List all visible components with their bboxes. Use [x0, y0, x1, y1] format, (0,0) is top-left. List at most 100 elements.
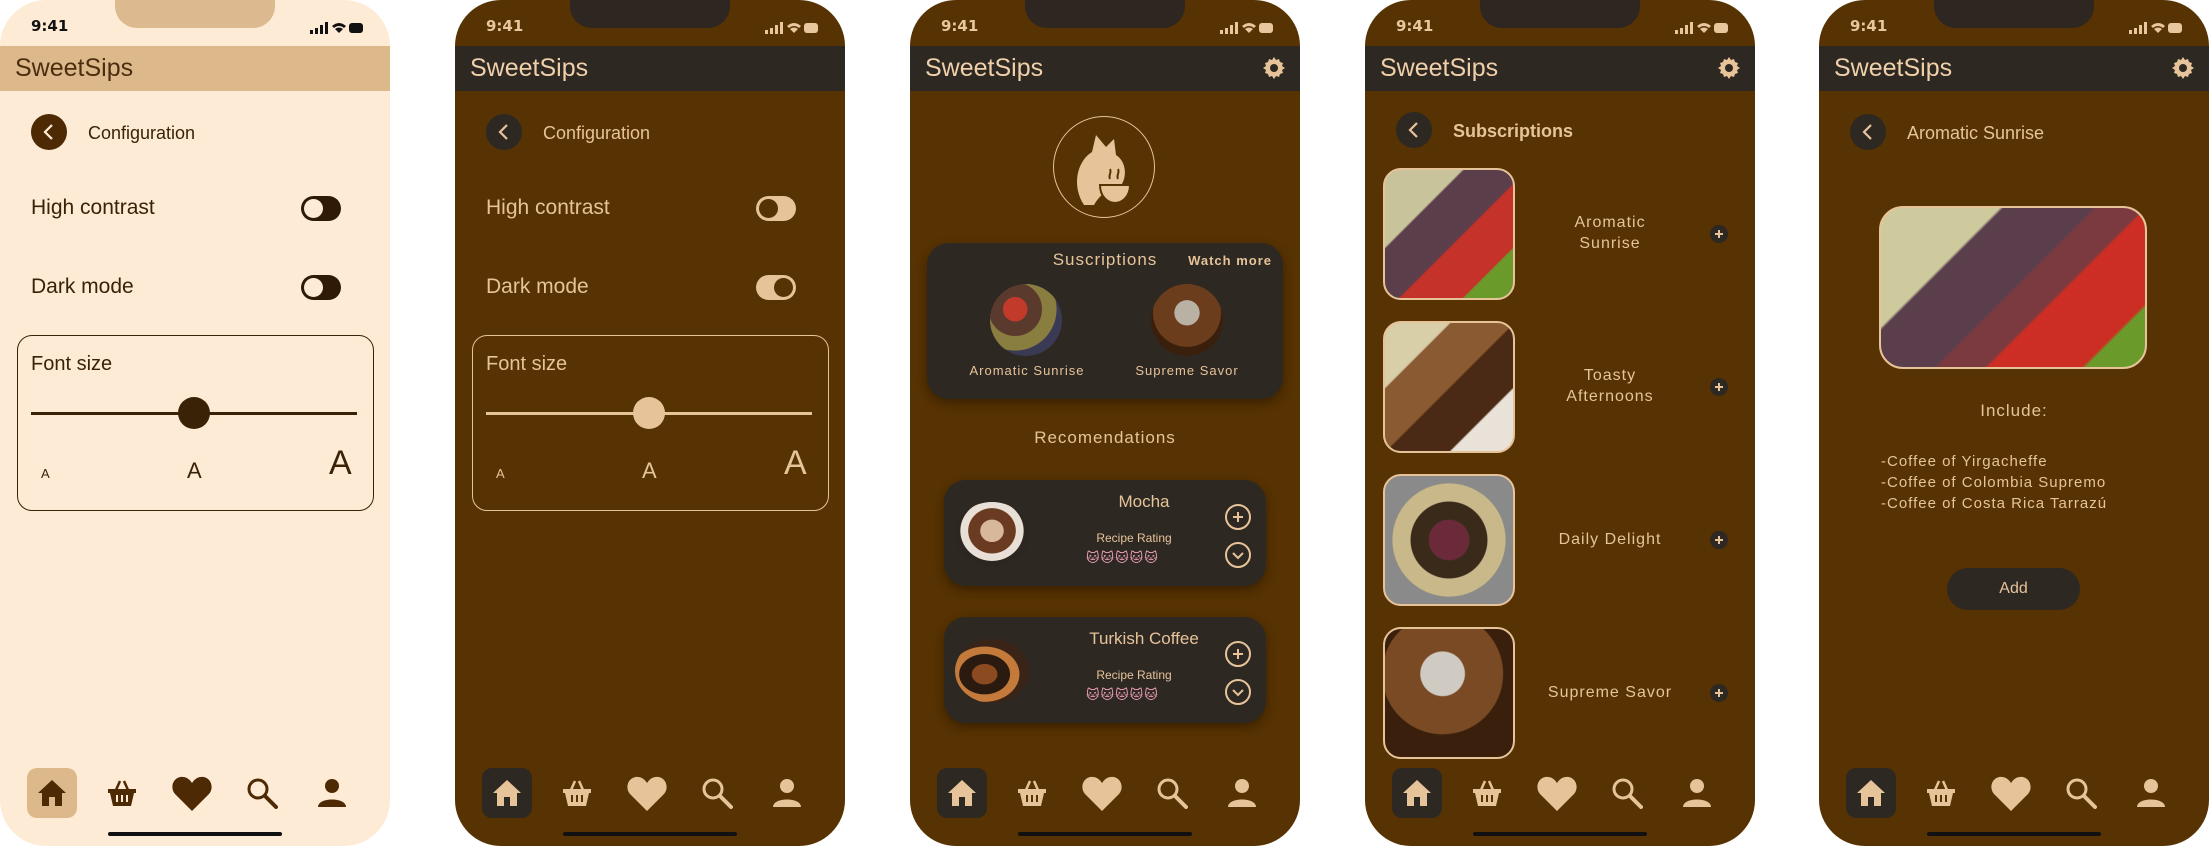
heart-icon [1991, 776, 2031, 811]
back-button[interactable] [486, 114, 522, 150]
basket-icon [1473, 780, 1501, 806]
nav-home[interactable] [482, 768, 532, 818]
nav-search[interactable] [237, 768, 287, 818]
user-icon [318, 779, 346, 807]
nav-home[interactable] [1392, 768, 1442, 818]
subscription-image[interactable] [1383, 627, 1515, 759]
search-icon [247, 778, 278, 809]
add-button[interactable]: Add [1947, 568, 2080, 610]
dark-mode-toggle[interactable] [756, 275, 796, 300]
page-title: Subscriptions [1453, 121, 1574, 141]
subscription-thumb-supreme[interactable] [1151, 284, 1223, 356]
subscription-name: Aromatic Sunrise [969, 363, 1085, 378]
chevron-left-icon [498, 124, 508, 140]
home-icon [38, 780, 66, 806]
status-time: 9:41 [1850, 17, 1888, 35]
add-subscription-button[interactable] [1710, 531, 1728, 549]
nav-home[interactable] [937, 768, 987, 818]
add-subscription-button[interactable] [1710, 378, 1728, 396]
nav-search[interactable] [692, 768, 742, 818]
add-subscription-button[interactable] [1710, 684, 1728, 702]
back-button[interactable] [1850, 114, 1886, 150]
nav-profile[interactable] [307, 768, 357, 818]
gear-icon[interactable] [2171, 56, 2195, 80]
font-large-sample: A [784, 444, 807, 482]
status-bar: 9:41 [0, 12, 390, 40]
subscription-image[interactable] [1383, 474, 1515, 606]
back-button[interactable] [1396, 112, 1432, 148]
basket-icon [1018, 780, 1046, 806]
font-size-slider-thumb[interactable] [178, 397, 210, 429]
subscription-name: Supreme Savor [1135, 363, 1239, 378]
nav-basket[interactable] [1007, 768, 1057, 818]
nav-home[interactable] [1846, 768, 1896, 818]
nav-search[interactable] [2056, 768, 2106, 818]
include-item: -Coffee of Colombia Supremo [1881, 474, 2107, 491]
status-time: 9:41 [31, 17, 69, 35]
dark-mode-label: Dark mode [486, 275, 589, 298]
high-contrast-toggle[interactable] [756, 196, 796, 221]
search-icon [2066, 778, 2097, 809]
font-size-slider-thumb[interactable] [633, 397, 665, 429]
phone-home: 9:41 SweetSips Suscriptions Watch more A… [910, 0, 1300, 846]
app-bar: SweetSips [455, 46, 845, 91]
nav-basket[interactable] [552, 768, 602, 818]
basket-icon [1927, 780, 1955, 806]
expand-recipe-icon[interactable] [1224, 541, 1252, 569]
gear-icon[interactable] [1262, 56, 1286, 80]
high-contrast-label: High contrast [486, 196, 610, 219]
recipe-card[interactable]: Turkish Coffee Recipe Rating 🐱🐱🐱🐱🐱 [944, 617, 1266, 723]
add-subscription-button[interactable] [1710, 225, 1728, 243]
home-indicator [108, 832, 282, 836]
add-recipe-icon[interactable] [1224, 640, 1252, 668]
home-icon [1403, 780, 1431, 806]
expand-recipe-icon[interactable] [1224, 678, 1252, 706]
nav-profile[interactable] [762, 768, 812, 818]
heart-icon [627, 776, 667, 811]
recipe-name: Mocha [1118, 492, 1170, 511]
nav-basket[interactable] [97, 768, 147, 818]
nav-favorites[interactable] [1986, 768, 2036, 818]
phone-config-light: 9:41 SweetSips Configuration High contra… [0, 0, 390, 846]
nav-profile[interactable] [1672, 768, 1722, 818]
add-recipe-icon[interactable] [1224, 503, 1252, 531]
back-button[interactable] [31, 114, 67, 150]
nav-favorites[interactable] [167, 768, 217, 818]
nav-profile[interactable] [1217, 768, 1267, 818]
subscription-thumb-aromatic[interactable] [990, 284, 1062, 356]
subscription-image[interactable] [1383, 168, 1515, 300]
subscription-name-line2: Sunrise [1579, 235, 1641, 252]
nav-basket[interactable] [1916, 768, 1966, 818]
nav-search[interactable] [1602, 768, 1652, 818]
font-small-sample: A [496, 466, 505, 481]
home-indicator [1927, 832, 2101, 836]
app-bar: SweetSips [0, 46, 390, 91]
nav-favorites[interactable] [622, 768, 672, 818]
nav-search[interactable] [1147, 768, 1197, 818]
nav-profile[interactable] [2126, 768, 2176, 818]
app-bar: SweetSips [910, 46, 1300, 91]
high-contrast-toggle[interactable] [301, 196, 341, 221]
recipe-thumb [955, 639, 1029, 703]
bottom-nav [1819, 762, 2209, 822]
nav-favorites[interactable] [1532, 768, 1582, 818]
app-bar: SweetSips [1819, 46, 2209, 91]
gear-icon[interactable] [1717, 56, 1741, 80]
subscription-image[interactable] [1383, 321, 1515, 453]
watch-more-link[interactable]: Watch more [1188, 253, 1272, 268]
nav-home[interactable] [27, 768, 77, 818]
status-time: 9:41 [486, 17, 524, 35]
recipe-card[interactable]: Mocha Recipe Rating 🐱🐱🐱🐱🐱 [944, 480, 1266, 586]
dark-mode-toggle[interactable] [301, 275, 341, 300]
recipe-thumb [955, 502, 1029, 566]
home-icon [1857, 780, 1885, 806]
nav-basket[interactable] [1462, 768, 1512, 818]
nav-favorites[interactable] [1077, 768, 1127, 818]
chevron-left-icon [43, 124, 53, 140]
app-title: SweetSips [15, 54, 134, 82]
app-title: SweetSips [925, 54, 1044, 82]
subscriptions-card: Suscriptions Watch more Aromatic Sunrise… [927, 243, 1283, 399]
font-small-sample: A [41, 466, 50, 481]
page-title: Configuration [88, 123, 196, 143]
font-large-sample: A [329, 444, 352, 482]
